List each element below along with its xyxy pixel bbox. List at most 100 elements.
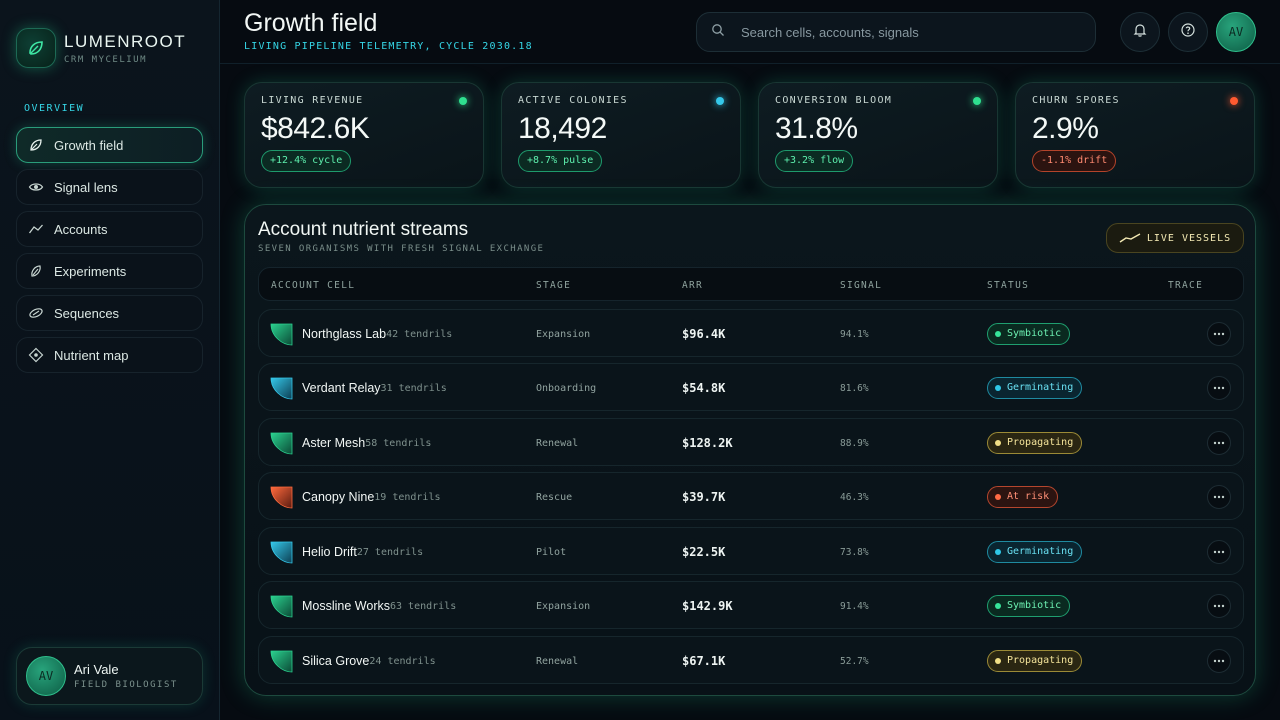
- sidebar-item-nutrient-map[interactable]: Nutrient map: [16, 337, 203, 373]
- search-bar[interactable]: [696, 12, 1096, 52]
- ellipsis-icon: [1213, 550, 1225, 554]
- table-row[interactable]: Mossline Works 63 tendrils Expansion $14…: [258, 581, 1244, 629]
- page-subtitle: LIVING PIPELINE TELEMETRY, CYCLE 2030.18: [244, 41, 533, 52]
- sidebar-item-label: Experiments: [54, 263, 127, 279]
- more-options-button[interactable]: [1207, 649, 1231, 673]
- kpi-card-churn-spores[interactable]: CHURN SPORES 2.9% -1.1% drift: [1015, 82, 1255, 188]
- user-name: Ari Vale: [74, 662, 119, 677]
- column-header-trace[interactable]: TRACE: [1168, 280, 1203, 291]
- signal-value: 73.8%: [840, 546, 869, 558]
- account-cell: Helio Drift 27 tendrils: [259, 528, 423, 576]
- sidebar-item-accounts[interactable]: Accounts: [16, 211, 203, 247]
- trace-cell: [1207, 473, 1231, 521]
- kpi-card-living-revenue[interactable]: LIVING REVENUE $842.6K +12.4% cycle: [244, 82, 484, 188]
- help-button[interactable]: [1168, 12, 1208, 52]
- live-vessels-button[interactable]: LIVE VESSELS: [1106, 223, 1244, 253]
- arr-value: $39.7K: [682, 490, 726, 504]
- user-card[interactable]: AV Ari Vale FIELD BIOLOGIST: [16, 647, 203, 705]
- arr-value: $96.4K: [682, 327, 726, 341]
- brand[interactable]: LUMENROOT CRM MYCELIUM: [16, 28, 186, 68]
- kpi-delta-badge: -1.1% drift: [1032, 150, 1117, 172]
- column-header-arr[interactable]: ARR: [682, 280, 703, 291]
- column-header-stage[interactable]: STAGE: [536, 280, 571, 291]
- account-name[interactable]: Silica Grove: [302, 654, 369, 668]
- signal-value: 91.4%: [840, 600, 869, 612]
- kpi-delta-badge: +3.2% flow: [775, 150, 854, 172]
- account-name[interactable]: Northglass Lab: [302, 327, 386, 341]
- status-label: Symbiotic: [1007, 600, 1062, 611]
- column-header-status[interactable]: STATUS: [987, 280, 1029, 291]
- status-dot: [716, 97, 724, 105]
- kpi-label: ACTIVE COLONIES: [518, 95, 628, 106]
- column-header-account[interactable]: ACCOUNT CELL: [271, 280, 355, 291]
- orbit-icon: [28, 305, 44, 321]
- status-dot: [995, 658, 1001, 664]
- more-options-button[interactable]: [1207, 485, 1231, 509]
- status-badge: Propagating: [987, 650, 1083, 672]
- kpi-label: CONVERSION BLOOM: [775, 95, 893, 106]
- header-avatar[interactable]: AV: [1216, 12, 1256, 52]
- leaf-logo-icon: [16, 28, 56, 68]
- more-options-button[interactable]: [1207, 594, 1231, 618]
- status-dot: [995, 494, 1001, 500]
- status-badge: Symbiotic: [987, 323, 1071, 345]
- account-name[interactable]: Helio Drift: [302, 545, 357, 559]
- account-cell: Northglass Lab 42 tendrils: [259, 310, 452, 358]
- table-row[interactable]: Northglass Lab 42 tendrils Expansion $96…: [258, 309, 1244, 357]
- kpi-value: 31.8%: [775, 112, 858, 145]
- kpi-label: CHURN SPORES: [1032, 95, 1120, 106]
- account-name[interactable]: Canopy Nine: [302, 490, 374, 504]
- ellipsis-icon: [1213, 386, 1225, 390]
- avatar: AV: [26, 656, 66, 696]
- column-header-signal[interactable]: SIGNAL: [840, 280, 882, 291]
- kpi-delta-badge: +8.7% pulse: [518, 150, 603, 172]
- trace-cell: [1207, 419, 1231, 467]
- account-cell: Verdant Relay 31 tendrils: [259, 364, 447, 412]
- search-input[interactable]: [741, 24, 1071, 40]
- table-row[interactable]: Aster Mesh 58 tendrils Renewal $128.2K 8…: [258, 418, 1244, 466]
- sidebar-item-growth-field[interactable]: Growth field: [16, 127, 203, 163]
- kpi-value: 2.9%: [1032, 112, 1099, 145]
- sidebar-item-experiments[interactable]: Experiments: [16, 253, 203, 289]
- table-row[interactable]: Verdant Relay 31 tendrils Onboarding $54…: [258, 363, 1244, 411]
- more-options-button[interactable]: [1207, 431, 1231, 455]
- more-options-button[interactable]: [1207, 540, 1231, 564]
- notifications-button[interactable]: [1120, 12, 1160, 52]
- table-row[interactable]: Helio Drift 27 tendrils Pilot $22.5K 73.…: [258, 527, 1244, 575]
- kpi-card-active-colonies[interactable]: ACTIVE COLONIES 18,492 +8.7% pulse: [501, 82, 741, 188]
- account-cell-icon: [270, 323, 293, 346]
- account-name[interactable]: Aster Mesh: [302, 436, 365, 450]
- status-cell: Symbiotic: [987, 582, 1071, 630]
- status-label: At risk: [1007, 491, 1050, 502]
- account-name[interactable]: Verdant Relay: [302, 381, 381, 395]
- account-name[interactable]: Mossline Works: [302, 599, 390, 613]
- kpi-card-conversion-bloom[interactable]: CONVERSION BLOOM 31.8% +3.2% flow: [758, 82, 998, 188]
- table-row[interactable]: Canopy Nine 19 tendrils Rescue $39.7K 46…: [258, 472, 1244, 520]
- status-label: Germinating: [1007, 546, 1074, 557]
- kpi-label: LIVING REVENUE: [261, 95, 364, 106]
- more-options-button[interactable]: [1207, 322, 1231, 346]
- sidebar: LUMENROOT CRM MYCELIUM OVERVIEW Growth f…: [0, 0, 220, 720]
- status-label: Germinating: [1007, 382, 1074, 393]
- status-dot: [995, 385, 1001, 391]
- account-tendrils: 63 tendrils: [389, 600, 457, 612]
- header: Growth field LIVING PIPELINE TELEMETRY, …: [220, 0, 1280, 64]
- account-cell: Mossline Works 63 tendrils: [259, 582, 456, 630]
- account-cell: Aster Mesh 58 tendrils: [259, 419, 431, 467]
- status-cell: Propagating: [987, 419, 1083, 467]
- account-tendrils: 27 tendrils: [356, 546, 424, 558]
- sidebar-item-signal-lens[interactable]: Signal lens: [16, 169, 203, 205]
- status-dot: [995, 331, 1001, 337]
- ellipsis-icon: [1213, 659, 1225, 663]
- table-row[interactable]: Silica Grove 24 tendrils Renewal $67.1K …: [258, 636, 1244, 684]
- sidebar-item-sequences[interactable]: Sequences: [16, 295, 203, 331]
- account-cell: Silica Grove 24 tendrils: [259, 637, 436, 685]
- more-options-button[interactable]: [1207, 376, 1231, 400]
- stage-value: Renewal: [536, 655, 579, 667]
- sidebar-nav: Growth field Signal lens Accounts Experi…: [16, 127, 203, 379]
- account-cell-icon: [270, 650, 293, 673]
- account-cell-icon: [270, 541, 293, 564]
- diamond-icon: [28, 347, 44, 363]
- arr-value: $54.8K: [682, 381, 726, 395]
- search-icon: [711, 23, 725, 42]
